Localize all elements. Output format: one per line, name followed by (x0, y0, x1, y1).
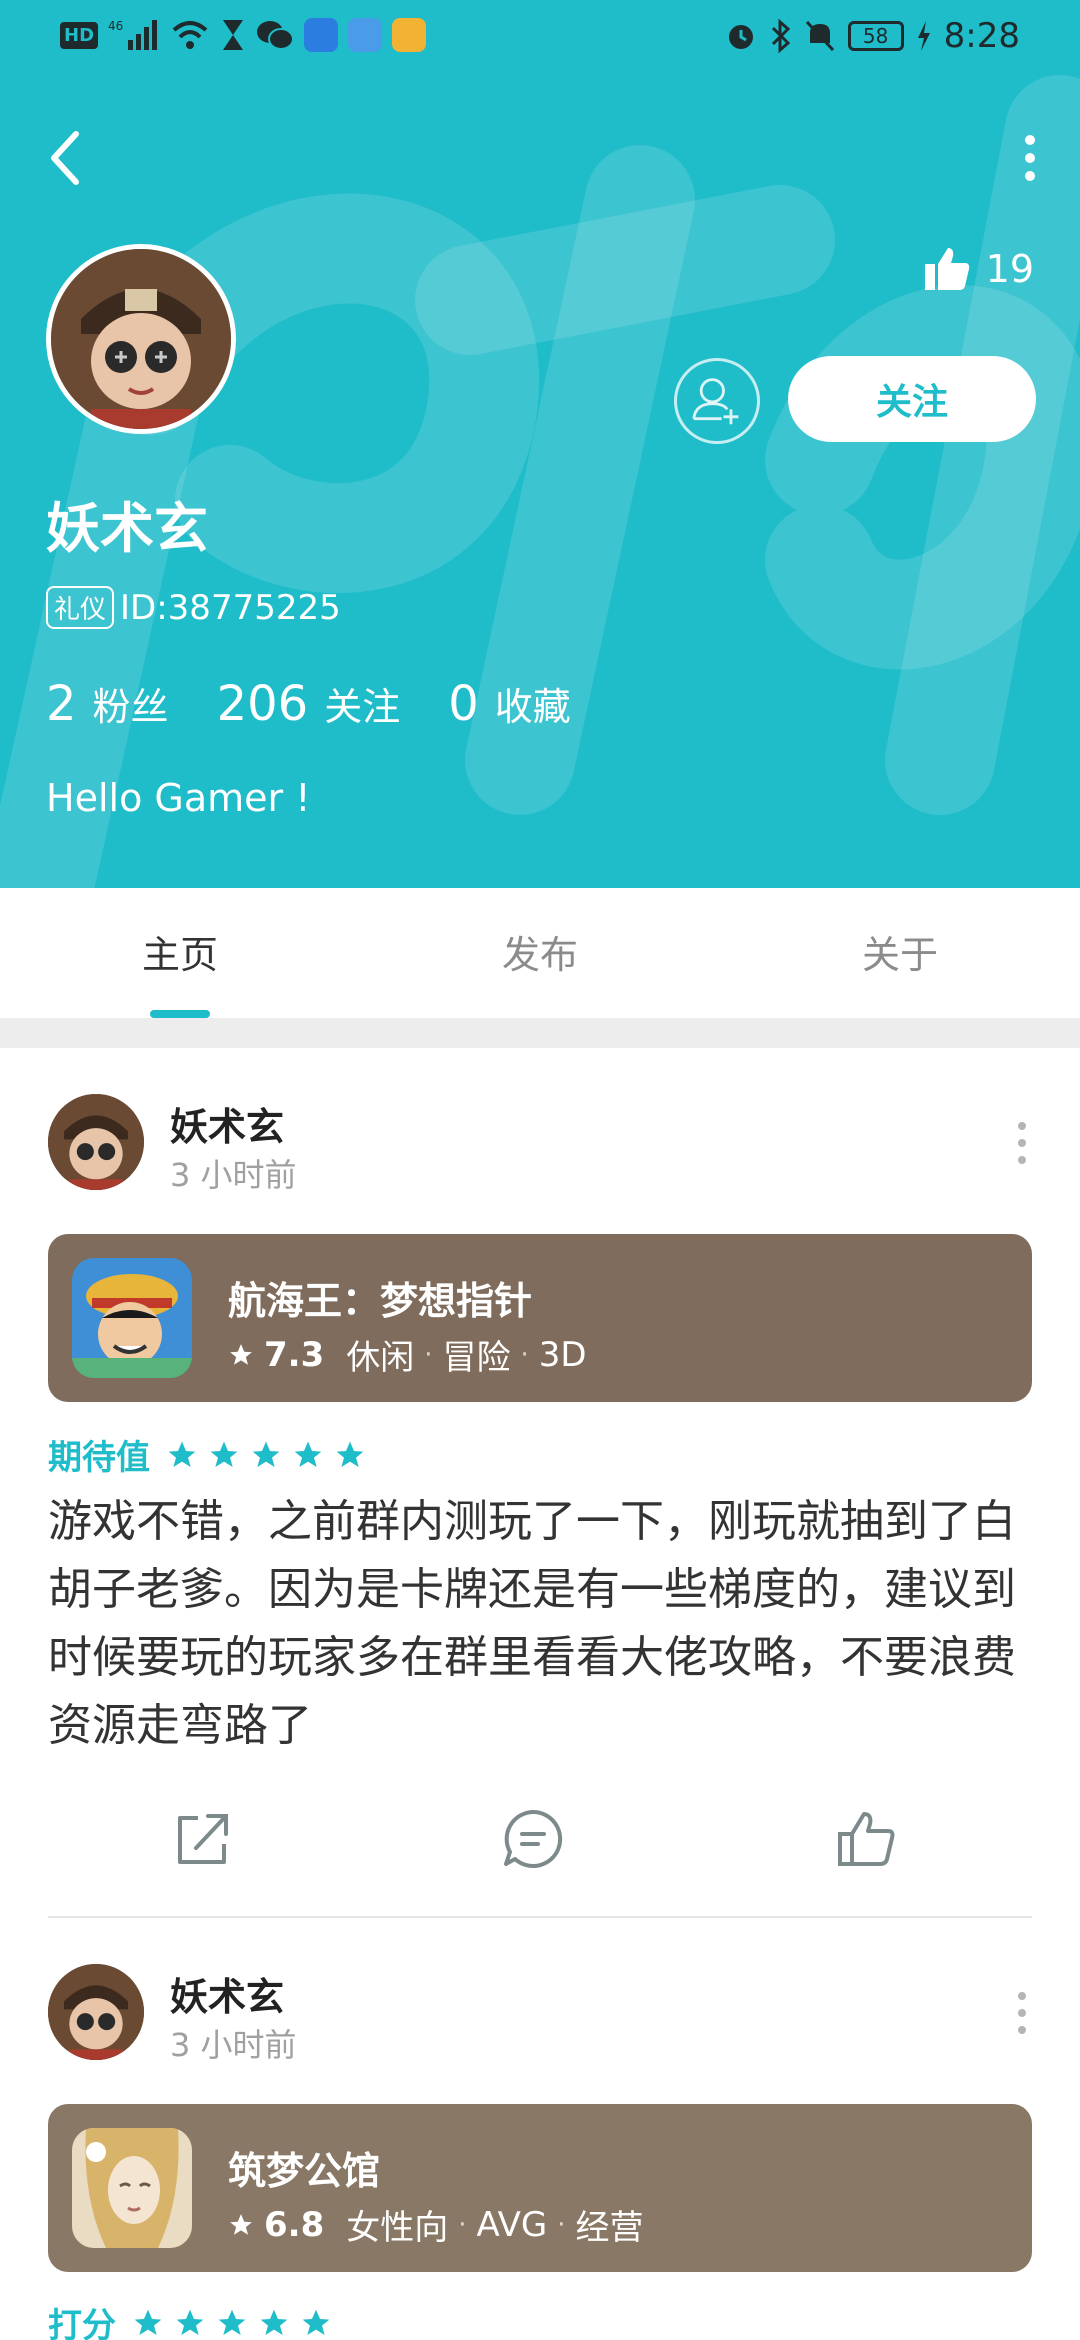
tag-separator: · (557, 2209, 566, 2240)
star-icon (294, 1441, 322, 1467)
follow-button[interactable]: 关注 (788, 356, 1036, 442)
game-card[interactable]: 筑梦公馆 6.8 女性向 · AVG · 经营 (48, 2104, 1032, 2272)
game-meta: 7.3 休闲 · 冒险 · 3D (228, 1330, 587, 1379)
profile-id-row: 礼仪 ID:38775225 (46, 586, 341, 629)
cat-app-icon (392, 18, 427, 52)
review-post: 妖术玄 3 小时前 筑梦公馆 6.8 女性向 · AVG · 经营 打分 (0, 1918, 1080, 2340)
thumbs-up-icon (924, 248, 969, 290)
profile-header: HD 46 58 8:28 19 关注 妖术玄 礼仪 ID:38775225 2… (0, 0, 1080, 888)
star-icon (252, 1441, 280, 1467)
favorites-label[interactable]: 收藏 (495, 676, 571, 731)
rating-row: 期待值 (48, 1430, 366, 1479)
svg-text:46: 46 (108, 19, 123, 33)
avatar-illustration (48, 1964, 144, 2060)
star-icon (230, 1343, 252, 1365)
dream-mansion-game-icon (72, 2128, 192, 2248)
star-icon (134, 2309, 162, 2335)
star-icon (210, 1441, 238, 1467)
rating-label: 期待值 (48, 1438, 150, 1478)
game-score: 6.8 (264, 2204, 325, 2245)
post-time: 3 小时前 (170, 1156, 297, 1194)
battery-indicator: 58 (847, 21, 904, 51)
signal-icon: 46 (108, 19, 158, 50)
review-post: 妖术玄 3 小时前 航海王：梦想指针 7.3 休闲 · 冒险 · 3D 期待值 … (0, 1048, 1080, 1918)
game-tag: 冒险 (442, 1338, 511, 1378)
taptap-watermark (0, 75, 1080, 888)
active-tab-indicator (150, 1010, 210, 1018)
followers-label[interactable]: 粉丝 (93, 676, 169, 731)
following-label[interactable]: 关注 (324, 676, 400, 731)
back-icon[interactable] (40, 122, 96, 194)
profile-id: ID:38775225 (120, 587, 341, 628)
clock: 8:28 (943, 16, 1020, 56)
game-score: 7.3 (264, 1334, 325, 1375)
more-vertical-icon[interactable] (1010, 130, 1050, 186)
review-text[interactable]: 游戏不错，之前群内测玩了一下，刚玩就抽到了白胡子老爹。因为是卡牌还是有一些梯度的… (48, 1488, 1032, 1760)
game-icon (72, 1258, 192, 1378)
tag-separator: · (520, 1339, 529, 1370)
avatar-illustration (48, 1094, 144, 1190)
mute-icon (805, 20, 834, 52)
add-friend-icon[interactable] (674, 358, 760, 444)
following-count[interactable]: 206 (217, 676, 309, 732)
profile-likes[interactable]: 19 (922, 244, 1034, 294)
avatar-illustration (51, 249, 231, 429)
star-icon (218, 2309, 246, 2335)
wechat-icon (257, 21, 295, 50)
one-piece-game-icon (72, 1258, 192, 1378)
game-tag: 休闲 (346, 1338, 415, 1378)
tab-home[interactable]: 主页 (80, 924, 280, 979)
favorites-count[interactable]: 0 (448, 676, 479, 732)
star-icon (336, 1441, 364, 1467)
game-tag: AVG (476, 2204, 548, 2245)
game-tag: 女性向 (346, 2208, 449, 2248)
game-icon (72, 2128, 192, 2248)
charging-icon (917, 21, 930, 51)
profile-username: 妖术玄 (46, 497, 208, 560)
like-icon[interactable] (832, 1804, 902, 1874)
etiquette-badge[interactable]: 礼仪 (46, 586, 115, 629)
share-icon[interactable] (168, 1804, 238, 1874)
cloud-app-icon (348, 18, 383, 52)
section-divider (0, 1018, 1080, 1048)
tag-separator: · (458, 2209, 467, 2240)
post-author-name[interactable]: 妖术玄 (170, 1966, 284, 2021)
profile-stats: 2 粉丝 206 关注 0 收藏 (46, 676, 619, 732)
star-icon (168, 1441, 196, 1467)
star-icon (176, 2309, 204, 2335)
star-icon (260, 2309, 288, 2335)
hd-icon: HD (60, 21, 99, 49)
alarm-icon (728, 25, 753, 49)
post-more-icon[interactable] (1012, 1118, 1032, 1168)
post-time: 3 小时前 (170, 2026, 297, 2064)
hourglass-icon (223, 20, 244, 50)
followers-count[interactable]: 2 (46, 676, 77, 732)
profile-bio: Hello Gamer ! (46, 776, 311, 820)
profile-avatar[interactable] (46, 244, 236, 434)
game-tag: 经营 (575, 2208, 644, 2248)
game-title: 筑梦公馆 (228, 2149, 381, 2193)
tag-separator: · (424, 1339, 433, 1370)
tab-about[interactable]: 关于 (800, 924, 1000, 979)
bluetooth-icon (771, 19, 790, 53)
rating-row: 打分 (48, 2298, 332, 2340)
likes-count: 19 (985, 247, 1034, 291)
game-card[interactable]: 航海王：梦想指针 7.3 休闲 · 冒险 · 3D (48, 1234, 1032, 1402)
profile-tabs: 主页 发布 关于 (0, 888, 1080, 1018)
bulb-app-icon (304, 18, 339, 52)
status-bar: HD 46 58 8:28 (0, 0, 1080, 76)
comment-icon[interactable] (498, 1804, 568, 1874)
post-author-avatar[interactable] (48, 1964, 144, 2060)
star-icon (230, 2213, 252, 2235)
game-tag: 3D (538, 1334, 587, 1375)
tab-posts[interactable]: 发布 (440, 924, 640, 979)
wifi-icon (172, 21, 208, 49)
game-title: 航海王：梦想指针 (228, 1279, 533, 1323)
rating-label: 打分 (48, 2306, 116, 2340)
post-more-icon[interactable] (1012, 1988, 1032, 2038)
post-author-name[interactable]: 妖术玄 (170, 1096, 284, 1151)
star-icon (302, 2309, 330, 2335)
game-meta: 6.8 女性向 · AVG · 经营 (228, 2200, 643, 2249)
post-author-avatar[interactable] (48, 1094, 144, 1190)
